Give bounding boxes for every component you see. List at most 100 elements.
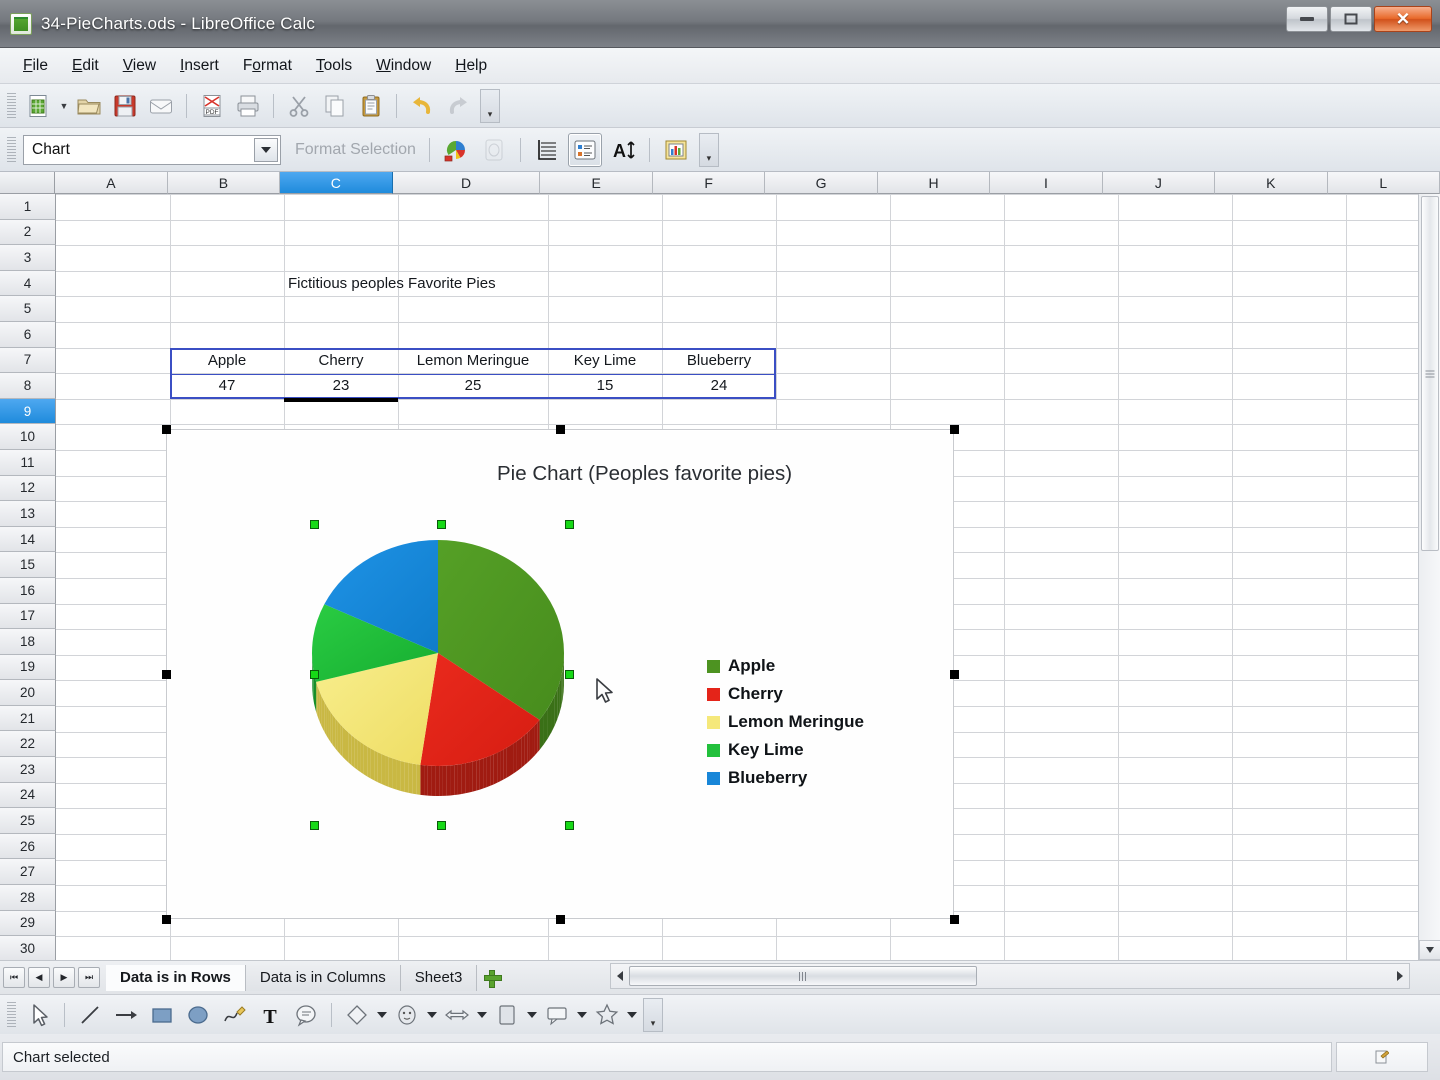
column-header-d[interactable]: D [392, 172, 541, 194]
chevron-down-icon[interactable]: ▼ [57, 89, 71, 123]
callout-shapes-icon[interactable] [540, 999, 574, 1031]
legend-entry-apple[interactable]: Apple [707, 652, 864, 680]
column-header-l[interactable]: L [1327, 172, 1440, 194]
legend-entry-blueberry[interactable]: Blueberry [707, 764, 864, 792]
chevron-down-icon[interactable] [625, 999, 639, 1031]
menu-edit[interactable]: Edit [61, 53, 110, 79]
cell-c8[interactable]: 23 [284, 373, 398, 399]
menu-tools[interactable]: Tools [305, 53, 363, 79]
pie-handle-middle-left[interactable] [310, 670, 319, 679]
copy-icon[interactable] [318, 89, 352, 123]
chart-toolbar-overflow[interactable]: ▾ [698, 132, 719, 167]
row-header-10[interactable]: 10 [0, 424, 56, 450]
row-header-17[interactable]: 17 [0, 603, 56, 630]
row-header-28[interactable]: 28 [0, 885, 56, 911]
row-header-19[interactable]: 19 [0, 654, 56, 681]
chart-handle-bottom-left[interactable] [162, 915, 171, 924]
row-header-27[interactable]: 27 [0, 859, 56, 886]
new-document-icon[interactable] [22, 89, 56, 123]
legend-entry-key-lime[interactable]: Key Lime [707, 736, 864, 764]
chart-handle-top-center[interactable] [556, 425, 565, 434]
spreadsheet-grid[interactable]: ABCDEFGHIJKL 1 2 3 4 5 6 7 8 9 10 11 12 13 14 15 16 17 18… [0, 172, 1440, 960]
select-arrow-icon[interactable] [22, 999, 56, 1031]
cell-e8[interactable]: 15 [548, 373, 662, 399]
next-sheet-button[interactable]: ▶ [53, 967, 75, 988]
horizontal-scrollbar[interactable] [610, 963, 1410, 989]
cut-scissors-icon[interactable] [282, 89, 316, 123]
row-header-12[interactable]: 12 [0, 475, 56, 502]
scroll-down-button[interactable] [1419, 940, 1440, 960]
row-header-18[interactable]: 18 [0, 629, 56, 655]
chevron-down-icon[interactable] [575, 999, 589, 1031]
cell-b8[interactable]: 47 [170, 373, 284, 399]
row-header-14[interactable]: 14 [0, 526, 56, 553]
open-folder-icon[interactable] [72, 89, 106, 123]
row-header-21[interactable]: 21 [0, 705, 56, 732]
rectangle-icon[interactable] [145, 999, 179, 1031]
chart-handle-bottom-center[interactable] [556, 915, 565, 924]
standard-toolbar-overflow[interactable]: ▾ [480, 88, 500, 123]
row-header-2[interactable]: 2 [0, 219, 56, 246]
column-header-h[interactable]: H [877, 172, 991, 194]
scale-text-icon[interactable]: A [606, 133, 640, 167]
drawing-toolbar-overflow[interactable]: ▾ [643, 997, 663, 1032]
grid-cells-area[interactable]: Pie Chart (Peoples favorite pies) Apple … [56, 194, 1440, 960]
ellipse-icon[interactable] [181, 999, 215, 1031]
row-header-8[interactable]: 8 [0, 373, 56, 399]
column-header-b[interactable]: B [167, 172, 281, 194]
row-header-7[interactable]: 7 [0, 347, 56, 374]
column-header-i[interactable]: I [990, 172, 1103, 194]
menu-view[interactable]: View [112, 53, 167, 79]
row-header-20[interactable]: 20 [0, 680, 56, 706]
previous-sheet-button[interactable]: ◀ [28, 967, 50, 988]
horizontal-grids-icon[interactable] [530, 133, 564, 167]
chart-handle-middle-left[interactable] [162, 670, 171, 679]
stars-icon[interactable] [590, 999, 624, 1031]
vertical-scrollbar-thumb[interactable] [1421, 196, 1439, 551]
column-header-c[interactable]: C [280, 172, 393, 194]
print-icon[interactable] [231, 89, 265, 123]
cell-d7[interactable]: Lemon Meringue [398, 348, 548, 374]
sheet-tab-data-is-in-rows[interactable]: Data is in Rows [106, 964, 246, 991]
chart-handle-middle-right[interactable] [950, 670, 959, 679]
chart-element-select[interactable]: Chart [23, 134, 281, 165]
toolbar-grip[interactable] [7, 92, 16, 119]
chevron-down-icon[interactable] [475, 999, 489, 1031]
chart-object[interactable]: Pie Chart (Peoples favorite pies) Apple … [166, 429, 954, 919]
cell-c4[interactable]: Fictitious peoples Favorite Pies [284, 271, 662, 297]
menu-window[interactable]: Window [365, 53, 442, 79]
chevron-down-icon[interactable] [375, 999, 389, 1031]
row-header-13[interactable]: 13 [0, 501, 56, 527]
symbol-shapes-icon[interactable] [390, 999, 424, 1031]
select-all-corner[interactable] [0, 172, 56, 194]
chart-handle-top-right[interactable] [950, 425, 959, 434]
horizontal-scrollbar-thumb[interactable] [629, 966, 977, 986]
row-header-24[interactable]: 24 [0, 782, 56, 809]
row-header-5[interactable]: 5 [0, 296, 56, 322]
cell-c7[interactable]: Cherry [284, 348, 398, 374]
column-header-k[interactable]: K [1215, 172, 1328, 194]
row-header-3[interactable]: 3 [0, 245, 56, 271]
cell-d8[interactable]: 25 [398, 373, 548, 399]
row-header-25[interactable]: 25 [0, 808, 56, 834]
freeform-line-icon[interactable] [217, 999, 251, 1031]
sheet-tab-sheet3[interactable]: Sheet3 [400, 964, 478, 991]
row-header-6[interactable]: 6 [0, 321, 56, 348]
legend-on-off-icon[interactable] [567, 132, 602, 167]
row-header-15[interactable]: 15 [0, 552, 56, 578]
row-header-1[interactable]: 1 [0, 194, 56, 220]
line-arrow-end-icon[interactable] [109, 999, 143, 1031]
column-header-g[interactable]: G [765, 172, 878, 194]
legend-entry-cherry[interactable]: Cherry [707, 680, 864, 708]
callout-icon[interactable] [289, 999, 323, 1031]
maximize-button[interactable] [1330, 6, 1372, 32]
basic-shapes-icon[interactable] [340, 999, 374, 1031]
pie-handle-middle-right[interactable] [565, 670, 574, 679]
modified-document-icon[interactable] [1336, 1042, 1428, 1072]
menu-file[interactable]: File [12, 53, 59, 79]
pie-handle-bottom-right[interactable] [565, 821, 574, 830]
chevron-down-icon[interactable] [525, 999, 539, 1031]
chart-type-icon[interactable] [439, 133, 473, 167]
pie-chart-graphic[interactable] [303, 525, 573, 800]
row-header-30[interactable]: 30 [0, 936, 56, 960]
